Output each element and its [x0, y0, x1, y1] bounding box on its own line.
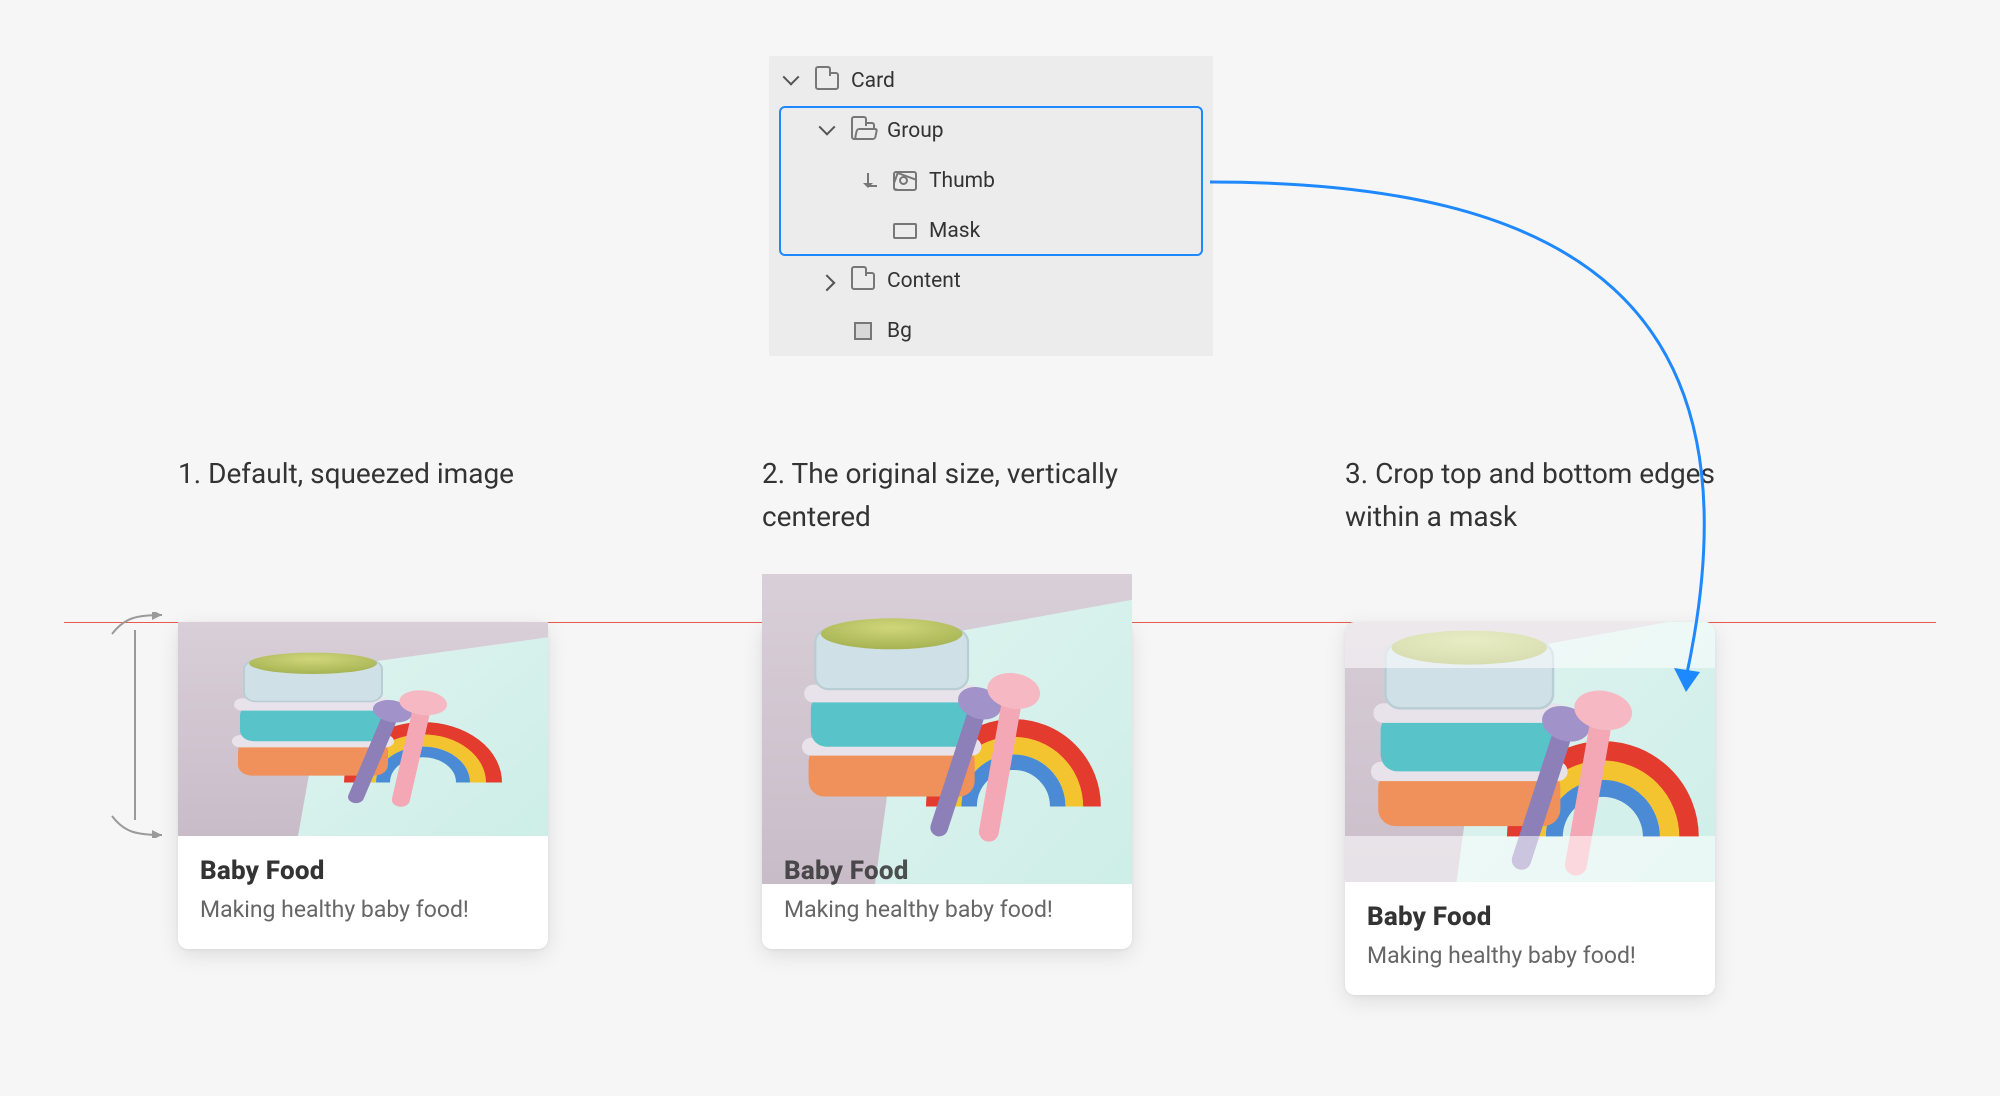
chevron-down-icon[interactable] — [817, 124, 839, 138]
card-title: Baby Food — [200, 856, 526, 886]
layer-row-card[interactable]: Card — [769, 56, 1213, 106]
layer-row-thumb[interactable]: Thumb — [769, 156, 1213, 206]
layer-row-content[interactable]: Content — [769, 256, 1213, 306]
caption-2: 2. The original size, vertically centere… — [762, 452, 1142, 539]
layer-label: Mask — [929, 219, 1213, 243]
caption-3: 3. Crop top and bottom edges within a ma… — [1345, 452, 1725, 539]
card-body: Baby Food Making healthy baby food! — [178, 836, 548, 949]
layer-label: Thumb — [929, 169, 1213, 193]
mask-crop-bottom — [1345, 836, 1715, 882]
card-subtitle: Making healthy baby food! — [200, 896, 526, 923]
card-subtitle: Making healthy baby food! — [1367, 942, 1693, 969]
card-title: Baby Food — [1367, 902, 1693, 932]
card-body: Baby Food Making healthy baby food! — [762, 836, 1132, 949]
card-body: Baby Food Making healthy baby food! — [1345, 882, 1715, 995]
layer-label: Bg — [887, 319, 1213, 343]
layer-row-bg[interactable]: Bg — [769, 306, 1213, 356]
layer-label: Group — [887, 119, 1213, 143]
layer-row-mask[interactable]: Mask — [769, 206, 1213, 256]
example-card-1: Baby Food Making healthy baby food! — [178, 622, 548, 949]
example-card-2: Baby Food Making healthy baby food! — [762, 622, 1132, 949]
folder-icon — [813, 72, 841, 90]
folder-open-icon — [849, 122, 877, 140]
height-span-indicator — [110, 612, 164, 838]
card-thumb — [762, 622, 1132, 836]
mask-crop-top — [1345, 622, 1715, 668]
layer-row-group[interactable]: Group — [769, 106, 1213, 156]
card-title: Baby Food — [784, 856, 1110, 886]
folder-icon — [849, 272, 877, 290]
thumbnail-image — [178, 622, 548, 836]
chevron-right-icon[interactable] — [817, 274, 839, 288]
square-icon — [849, 322, 877, 340]
card-subtitle: Making healthy baby food! — [784, 896, 1110, 923]
layer-label: Card — [851, 69, 1213, 93]
rectangle-icon — [891, 223, 919, 239]
card-thumb — [178, 622, 548, 836]
example-card-3: Baby Food Making healthy baby food! — [1345, 622, 1715, 995]
chevron-down-icon[interactable] — [781, 74, 803, 88]
card-thumb-masked — [1345, 622, 1715, 882]
placed-indicator-icon — [859, 173, 881, 189]
layer-label: Content — [887, 269, 1213, 293]
caption-1: 1. Default, squeezed image — [178, 452, 514, 495]
layers-panel[interactable]: Card Group Thumb Mask Content Bg — [769, 56, 1213, 356]
image-icon — [891, 171, 919, 191]
